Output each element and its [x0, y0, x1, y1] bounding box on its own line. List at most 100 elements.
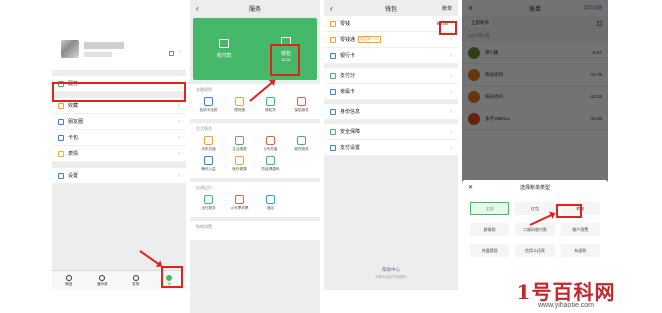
service-section: 生活服务手机充值 生活缴费 Q币充值 城市服务腾讯公益 医疗健康 防疫健康码: [190, 123, 320, 178]
service-label: 信用卡还款: [199, 108, 218, 112]
wallet-item-change[interactable]: 零钱 ¥0.00 ›: [324, 16, 458, 32]
wallet-item-identity[interactable]: 身份信息 ›: [324, 104, 458, 120]
weilidai-icon: [266, 97, 275, 106]
sheet-title: 选择账单类型: [519, 184, 550, 191]
highlight-service: [52, 82, 186, 102]
charity-icon: [204, 156, 213, 165]
cards-icon: [58, 134, 64, 141]
chevron-right-icon: ›: [178, 172, 180, 179]
service-label: 出行服务: [201, 206, 216, 210]
bill-type-sheet: ✕ 选择账单类型 全部 红包 转账 群收款 二维码收付款 商户消费 充值提现 信用卡还款 有退款: [462, 180, 608, 290]
wallet-item-label: 支付分: [340, 73, 356, 79]
service-label: 保险服务: [294, 108, 309, 112]
wallet-item-paypoints[interactable]: 支付分 ›: [324, 68, 458, 84]
button-label: 收付款: [216, 53, 232, 59]
protection-icon: [266, 156, 275, 165]
watermark-url: www.yihaotie.com: [537, 302, 595, 309]
qr-pay-button[interactable]: 收付款: [193, 18, 255, 80]
panel-bills: ✕ 账单 常见问题 全部账单 2022年6月 伊川路-6.47阳光达刊-14.7…: [462, 0, 608, 290]
discover-icon: [132, 274, 139, 281]
qr-pay-icon: [219, 39, 229, 48]
highlight-transfer-option: [556, 204, 582, 218]
panel-services: ‹ 服务 收付款 钱包 ¥0.00 金融理财 信用卡还款 理财通 微粒贷 保险服务 生活服务手…: [190, 0, 320, 313]
tab-label: 微信: [65, 281, 73, 286]
service-section: 交通出行 出行服务 火车票机票 酒店: [190, 182, 320, 217]
cloud-icon: [330, 88, 336, 95]
tab-label: 通讯录: [97, 281, 108, 286]
insurance-icon: [297, 97, 306, 106]
menu-item-label: 卡包: [68, 135, 79, 141]
train-icon: [235, 195, 244, 204]
settings-icon: [58, 172, 64, 179]
service-label: Q币充值: [263, 147, 278, 151]
bill-type-option[interactable]: 二维码收付款: [515, 223, 555, 236]
chevron-right-icon: ›: [178, 118, 180, 125]
service-charity[interactable]: 腾讯公益: [194, 156, 223, 172]
phone-icon: [204, 136, 213, 145]
tab-contacts[interactable]: 通讯录: [86, 271, 120, 290]
tab-label: 发现: [132, 281, 140, 286]
watermark: 1号百科网 www.yihaotie.com: [470, 282, 662, 310]
chevron-right-icon: ›: [179, 49, 181, 55]
menu-item-label: 表情: [68, 151, 79, 157]
service-label: 手机充值: [201, 147, 216, 151]
highlight-bill-button: [439, 21, 457, 35]
menu-item-cards[interactable]: 卡包 ›: [52, 130, 186, 146]
section-title: 生活服务: [196, 126, 212, 131]
wealth-icon: [235, 97, 244, 106]
sticker-icon: [58, 150, 64, 157]
menu-item-sticker[interactable]: 表情 ›: [52, 146, 186, 162]
wallet-item-lct[interactable]: 零钱通 收益率2.1% ›: [324, 32, 458, 48]
service-card[interactable]: 信用卡还款: [194, 97, 223, 113]
wallet-item-label: 身份信息: [340, 109, 361, 115]
service-protection[interactable]: 防疫健康码: [256, 156, 285, 172]
service-insurance[interactable]: 保险服务: [287, 97, 316, 113]
help-center-link[interactable]: 帮助中心: [324, 267, 458, 273]
bill-type-option[interactable]: 充值提现: [470, 244, 510, 257]
service-utilities[interactable]: 生活缴费: [225, 136, 254, 152]
tab-chat[interactable]: 微信: [52, 271, 86, 290]
bill-type-option[interactable]: 信用卡还款: [515, 244, 555, 257]
menu-item-settings[interactable]: 设置 ›: [52, 168, 186, 184]
menu-item-label: 设置: [68, 173, 79, 179]
service-travel[interactable]: 出行服务: [194, 195, 223, 211]
wallet-item-label: 零钱通: [340, 37, 356, 43]
chevron-right-icon: ›: [450, 52, 452, 59]
service-label: 理财通: [234, 108, 245, 112]
profile-card[interactable]: ›: [52, 0, 186, 70]
service-label: 腾讯公益: [201, 167, 216, 171]
bill-type-option[interactable]: 有退款: [560, 244, 600, 257]
service-phone[interactable]: 手机充值: [194, 136, 223, 152]
yield-badge: 收益率2.1%: [358, 36, 381, 43]
avatar[interactable]: [61, 40, 79, 58]
utilities-icon: [235, 136, 244, 145]
service-city[interactable]: 城市服务: [287, 136, 316, 152]
service-train[interactable]: 火车票机票: [225, 195, 254, 211]
chevron-right-icon: ›: [450, 88, 452, 95]
lct-icon: [330, 36, 336, 43]
wallet-item-paysettings[interactable]: 支付设置 ›: [324, 140, 458, 156]
menu-item-moments[interactable]: 朋友圈 ›: [52, 114, 186, 130]
menu-item-label: 收藏: [68, 103, 79, 109]
wallet-item-label: 亲属卡: [340, 89, 356, 95]
bill-type-option[interactable]: 红包: [515, 202, 555, 215]
bill-button[interactable]: 账单: [442, 5, 452, 12]
bill-type-option[interactable]: 商户消费: [560, 223, 600, 236]
chevron-right-icon: ›: [178, 102, 180, 109]
travel-icon: [204, 195, 213, 204]
wallet-item-bankcard[interactable]: 银行卡 ›: [324, 48, 458, 64]
wallet-item-cloud[interactable]: 亲属卡 ›: [324, 84, 458, 100]
service-hotel[interactable]: 酒店: [256, 195, 285, 211]
service-health[interactable]: 医疗健康: [225, 156, 254, 172]
bill-type-option[interactable]: 群收款: [470, 223, 510, 236]
service-section: 金融理财信用卡还款 理财通 微粒贷 保险服务: [190, 84, 320, 119]
wallet-item-security[interactable]: 安全保障 ›: [324, 124, 458, 140]
service-weilidai[interactable]: 微粒贷: [256, 97, 285, 113]
wallet-item-label: 安全保障: [340, 129, 361, 135]
qcoin-icon: [266, 136, 275, 145]
qr-code-icon[interactable]: [169, 51, 174, 56]
service-qcoin[interactable]: Q币充值: [256, 136, 285, 152]
section-title: 金融理财: [196, 87, 212, 92]
tab-discover[interactable]: 发现: [119, 271, 153, 290]
bill-type-option[interactable]: 全部: [470, 202, 510, 215]
